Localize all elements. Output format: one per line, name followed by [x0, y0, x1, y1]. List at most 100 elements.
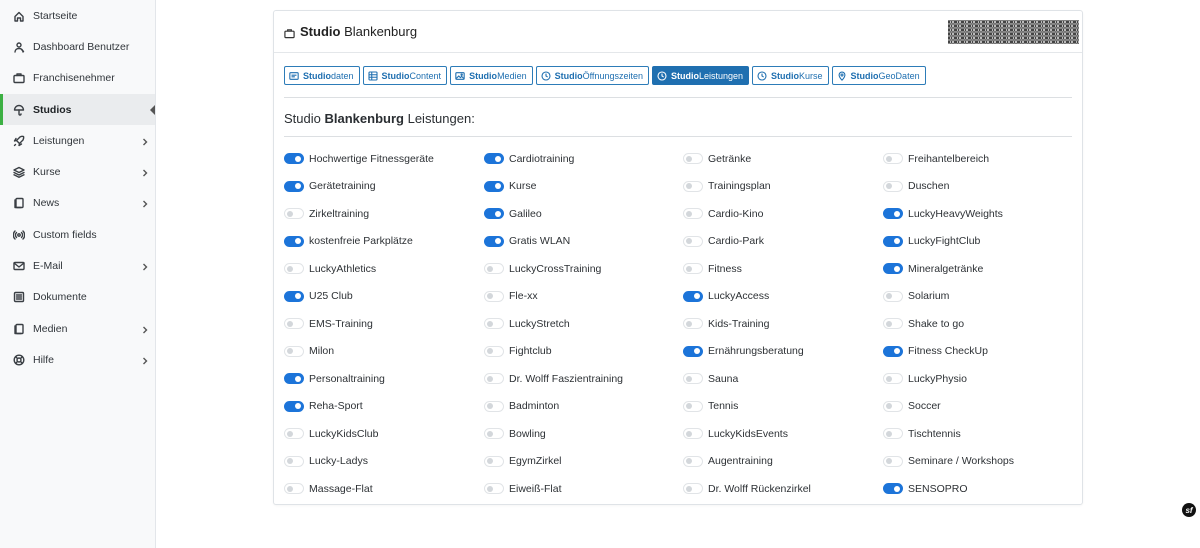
- tab-medien[interactable]: Studio Medien: [450, 66, 533, 85]
- tab-daten[interactable]: Studio daten: [284, 66, 360, 85]
- toggle-switch[interactable]: [484, 208, 504, 220]
- toggle-switch[interactable]: [883, 455, 903, 467]
- toggle-switch[interactable]: [484, 263, 504, 275]
- service-option-reha-sport[interactable]: Reha-Sport: [284, 393, 484, 421]
- service-option-massage-flat[interactable]: Massage-Flat: [284, 475, 484, 503]
- service-option-gratis-wlan[interactable]: Gratis WLAN: [484, 228, 684, 256]
- toggle-switch[interactable]: [883, 153, 903, 165]
- service-option-zirkeltraining[interactable]: Zirkeltraining: [284, 200, 484, 228]
- sidebar-item-dokumente[interactable]: Dokumente: [0, 282, 155, 313]
- service-option-fitness[interactable]: Fitness: [683, 255, 883, 283]
- toggle-switch[interactable]: [284, 263, 304, 275]
- service-option-kids-training[interactable]: Kids-Training: [683, 310, 883, 338]
- service-option-luckycrosstraining[interactable]: LuckyCrossTraining: [484, 255, 684, 283]
- service-option-kurse[interactable]: Kurse: [484, 173, 684, 201]
- service-option-egymzirkel[interactable]: EgymZirkel: [484, 448, 684, 476]
- toggle-switch[interactable]: [484, 373, 504, 385]
- service-option-personaltraining[interactable]: Personaltraining: [284, 365, 484, 393]
- service-option-mineralgetraenke[interactable]: Mineralgetränke: [883, 255, 1083, 283]
- toggle-switch[interactable]: [284, 483, 304, 495]
- service-option-solarium[interactable]: Solarium: [883, 283, 1083, 311]
- service-option-luckykidsevents[interactable]: LuckyKidsEvents: [683, 420, 883, 448]
- toggle-switch[interactable]: [683, 235, 703, 247]
- service-option-luckyfightclub[interactable]: LuckyFightClub: [883, 228, 1083, 256]
- tab-oeffnungszeiten[interactable]: Studio Öffnungszeiten: [535, 66, 649, 85]
- sidebar-item-medien[interactable]: Medien: [0, 313, 155, 344]
- toggle-switch[interactable]: [484, 290, 504, 302]
- toggle-switch[interactable]: [284, 428, 304, 440]
- service-option-milon[interactable]: Milon: [284, 338, 484, 366]
- sidebar-item-custom-fields[interactable]: Custom fields: [0, 219, 155, 250]
- toggle-switch[interactable]: [883, 180, 903, 192]
- toggle-switch[interactable]: [883, 483, 903, 495]
- service-option-bowling[interactable]: Bowling: [484, 420, 684, 448]
- sidebar-item-dashboard-benutzer[interactable]: Dashboard Benutzer: [0, 31, 155, 62]
- service-option-getraenke[interactable]: Getränke: [683, 145, 883, 173]
- service-option-soccer[interactable]: Soccer: [883, 393, 1083, 421]
- service-option-eiweiss-flat[interactable]: Eiweiß-Flat: [484, 475, 684, 503]
- toggle-switch[interactable]: [883, 318, 903, 330]
- toggle-switch[interactable]: [683, 373, 703, 385]
- service-option-luckyaccess[interactable]: LuckyAccess: [683, 283, 883, 311]
- toggle-switch[interactable]: [683, 318, 703, 330]
- service-option-cardiotraining[interactable]: Cardiotraining: [484, 145, 684, 173]
- toggle-switch[interactable]: [484, 345, 504, 357]
- toggle-switch[interactable]: [284, 153, 304, 165]
- service-option-kostenfreie-parkplaetze[interactable]: kostenfreie Parkplätze: [284, 228, 484, 256]
- toggle-switch[interactable]: [284, 373, 304, 385]
- toggle-switch[interactable]: [284, 180, 304, 192]
- tab-leistungen[interactable]: Studio Leistungen: [651, 66, 750, 85]
- service-option-hochwertige-fitnessgeraete[interactable]: Hochwertige Fitnessgeräte: [284, 145, 484, 173]
- symfony-toolbar-icon[interactable]: sf: [1182, 503, 1196, 517]
- service-option-luckyheavyweights[interactable]: LuckyHeavyWeights: [883, 200, 1083, 228]
- service-option-luckykidsclub[interactable]: LuckyKidsClub: [284, 420, 484, 448]
- toggle-switch[interactable]: [883, 400, 903, 412]
- service-option-ems-training[interactable]: EMS-Training: [284, 310, 484, 338]
- service-option-lucky-ladys[interactable]: Lucky-Ladys: [284, 448, 484, 476]
- toggle-switch[interactable]: [883, 290, 903, 302]
- service-option-luckystretch[interactable]: LuckyStretch: [484, 310, 684, 338]
- sidebar-item-startseite[interactable]: Startseite: [0, 0, 155, 31]
- service-option-duschen[interactable]: Duschen: [883, 173, 1083, 201]
- toggle-switch[interactable]: [683, 153, 703, 165]
- tab-content[interactable]: Studio Content: [362, 66, 448, 85]
- toggle-switch[interactable]: [883, 208, 903, 220]
- sidebar-item-hilfe[interactable]: Hilfe: [0, 344, 155, 375]
- toggle-switch[interactable]: [883, 263, 903, 275]
- toggle-switch[interactable]: [484, 235, 504, 247]
- toggle-switch[interactable]: [284, 290, 304, 302]
- toggle-switch[interactable]: [683, 428, 703, 440]
- service-option-dr-wolff-rueckenzirkel[interactable]: Dr. Wolff Rückenzirkel: [683, 475, 883, 503]
- toggle-switch[interactable]: [484, 153, 504, 165]
- service-option-luckyphysio[interactable]: LuckyPhysio: [883, 365, 1083, 393]
- service-option-fitness-checkup[interactable]: Fitness CheckUp: [883, 338, 1083, 366]
- toggle-switch[interactable]: [883, 345, 903, 357]
- toggle-switch[interactable]: [284, 208, 304, 220]
- toggle-switch[interactable]: [683, 263, 703, 275]
- service-option-tennis[interactable]: Tennis: [683, 393, 883, 421]
- toggle-switch[interactable]: [683, 483, 703, 495]
- toggle-switch[interactable]: [683, 345, 703, 357]
- toggle-switch[interactable]: [284, 345, 304, 357]
- service-option-u25-club[interactable]: U25 Club: [284, 283, 484, 311]
- toggle-switch[interactable]: [683, 455, 703, 467]
- toggle-switch[interactable]: [284, 235, 304, 247]
- sidebar-item-leistungen[interactable]: Leistungen: [0, 125, 155, 156]
- toggle-switch[interactable]: [683, 400, 703, 412]
- service-option-cardio-kino[interactable]: Cardio-Kino: [683, 200, 883, 228]
- toggle-switch[interactable]: [484, 180, 504, 192]
- service-option-ernaehrungsberatung[interactable]: Ernährungsberatung: [683, 338, 883, 366]
- service-option-augentraining[interactable]: Augentraining: [683, 448, 883, 476]
- service-option-luckyathletics[interactable]: LuckyAthletics: [284, 255, 484, 283]
- toggle-switch[interactable]: [883, 235, 903, 247]
- service-option-trainingsplan[interactable]: Trainingsplan: [683, 173, 883, 201]
- sidebar-item-kurse[interactable]: Kurse: [0, 156, 155, 187]
- service-option-sensopro[interactable]: SENSOPRO: [883, 475, 1083, 503]
- tab-geodaten[interactable]: Studio GeoDaten: [831, 66, 926, 85]
- toggle-switch[interactable]: [484, 483, 504, 495]
- toggle-switch[interactable]: [284, 318, 304, 330]
- toggle-switch[interactable]: [683, 180, 703, 192]
- tab-kurse[interactable]: Studio Kurse: [752, 66, 829, 85]
- service-option-badminton[interactable]: Badminton: [484, 393, 684, 421]
- sidebar-item-franchisenehmer[interactable]: Franchisenehmer: [0, 63, 155, 94]
